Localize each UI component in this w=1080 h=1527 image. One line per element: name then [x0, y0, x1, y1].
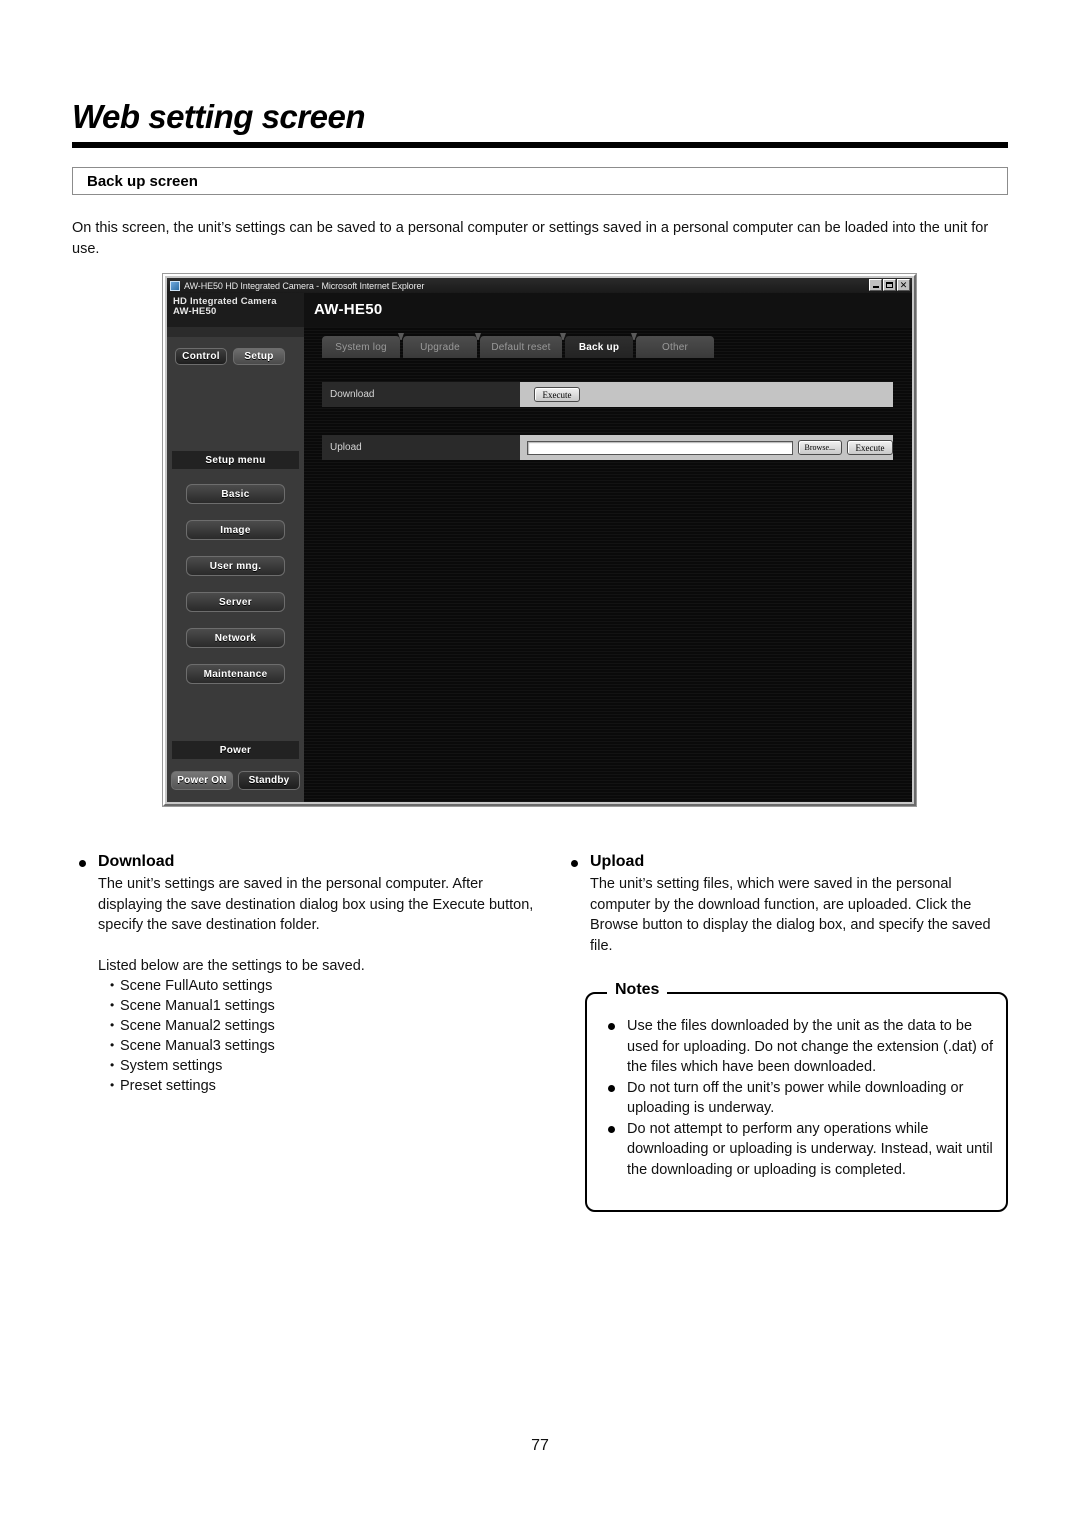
tab-back-up-label: Back up: [578, 341, 620, 353]
upload-row-field: Browse... Execute: [520, 435, 893, 460]
upload-file-path-input[interactable]: [527, 440, 793, 455]
download-paragraph: The unit’s settings are saved in the per…: [98, 876, 534, 933]
sidebar-item-user-mng[interactable]: User mng.: [186, 556, 285, 576]
title-rule: [72, 142, 1008, 148]
note-item: Do not attempt to perform any operations…: [601, 1119, 997, 1181]
power-on-button[interactable]: Power ON: [171, 771, 233, 790]
sidebar-item-image[interactable]: Image: [186, 520, 285, 540]
close-icon[interactable]: ✕: [897, 279, 910, 291]
document-page: Web setting screen Back up screen On thi…: [0, 0, 1080, 1527]
tab-other-label: Other: [661, 341, 688, 353]
tab-default-reset-label: Default reset: [491, 341, 551, 353]
mode-button-row: Control Setup: [175, 348, 285, 365]
sidebar-item-server[interactable]: Server: [186, 592, 285, 612]
app-sidebar: Control Setup Setup menu Basic Image Use…: [167, 327, 304, 802]
mode-button-setup[interactable]: Setup: [233, 348, 285, 365]
sidebar-item-basic[interactable]: Basic: [186, 484, 285, 504]
tab-system-log[interactable]: System log: [322, 333, 404, 358]
download-settings-list: Scene FullAuto settings Scene Manual1 se…: [70, 975, 540, 1096]
setup-menu-heading: Setup menu: [172, 451, 299, 469]
sidebar-item-maintenance[interactable]: Maintenance: [186, 664, 285, 684]
internet-explorer-icon: [170, 280, 180, 291]
note-item: Do not turn off the unit’s power while d…: [601, 1078, 997, 1119]
download-execute-button[interactable]: Execute: [534, 387, 580, 402]
tab-bar: System log Upgrade Default reset Back up: [322, 332, 717, 358]
list-item: Scene FullAuto settings: [110, 975, 540, 996]
tab-default-reset[interactable]: Default reset: [480, 333, 566, 358]
download-list-intro: Listed below are the settings to be save…: [98, 957, 365, 974]
browser-viewport: HD Integrated Camera AW-HE50 AW-HE50 Con…: [167, 293, 912, 802]
sidebar-item-network[interactable]: Network: [186, 628, 285, 648]
intro-paragraph: On this screen, the unit’s settings can …: [72, 220, 989, 257]
note-item: Use the files downloaded by the unit as …: [601, 1016, 997, 1078]
page-number: 77: [531, 1437, 549, 1454]
section-heading-label: Back up screen: [87, 173, 198, 190]
download-row: Download Execute: [322, 382, 893, 407]
maximize-icon[interactable]: [883, 279, 896, 291]
upload-row-label: Upload: [322, 435, 520, 460]
list-item: Scene Manual2 settings: [110, 1015, 540, 1036]
tab-upgrade-label: Upgrade: [420, 341, 460, 353]
upload-paragraph: The unit’s setting files, which were sav…: [590, 876, 991, 954]
list-item: Preset settings: [110, 1075, 540, 1096]
mode-button-control[interactable]: Control: [175, 348, 227, 365]
brand-line-2: AW-HE50: [173, 306, 217, 317]
notes-title: Notes: [607, 981, 668, 999]
download-row-label: Download: [322, 382, 520, 407]
notes-body: Use the files downloaded by the unit as …: [601, 1016, 997, 1180]
list-item: Scene Manual1 settings: [110, 995, 540, 1016]
sidebar-top-divider: [167, 327, 304, 337]
power-button-row: Power ON Standby: [171, 771, 300, 790]
app-model-title: AW-HE50: [314, 301, 383, 318]
upload-row: Upload Browse... Execute: [322, 435, 893, 460]
app-header: HD Integrated Camera AW-HE50 AW-HE50: [167, 293, 912, 327]
browser-window-title: AW-HE50 HD Integrated Camera - Microsoft…: [184, 280, 425, 291]
standby-button[interactable]: Standby: [238, 771, 300, 790]
tab-system-log-label: System log: [335, 341, 387, 353]
upload-execute-button[interactable]: Execute: [847, 440, 893, 455]
window-controls: ✕: [869, 279, 910, 291]
page-title: Web setting screen: [72, 98, 365, 135]
notes-box: Notes Use the files downloaded by the un…: [585, 981, 1008, 1212]
app-brand-block: HD Integrated Camera AW-HE50: [167, 293, 304, 327]
download-row-field: Execute: [520, 382, 893, 407]
browser-window-screenshot: AW-HE50 HD Integrated Camera - Microsoft…: [163, 274, 916, 806]
upload-explanation-column: Upload The unit’s setting files, which w…: [562, 853, 1010, 956]
minimize-icon[interactable]: [869, 279, 882, 291]
tab-upgrade[interactable]: Upgrade: [403, 333, 481, 358]
browser-titlebar: AW-HE50 HD Integrated Camera - Microsoft…: [167, 278, 912, 293]
list-item: System settings: [110, 1055, 540, 1076]
power-heading: Power: [172, 741, 299, 759]
tab-back-up[interactable]: Back up: [565, 333, 637, 358]
download-heading: Download: [70, 853, 540, 871]
section-heading-box: Back up screen: [72, 167, 1008, 195]
download-explanation-column: Download The unit’s settings are saved i…: [70, 853, 540, 1096]
upload-browse-button[interactable]: Browse...: [797, 440, 842, 455]
list-item: Scene Manual3 settings: [110, 1035, 540, 1056]
upload-heading: Upload: [562, 853, 1010, 871]
tab-other[interactable]: Other: [636, 336, 714, 358]
app-content-area: System log Upgrade Default reset Back up: [304, 327, 912, 802]
